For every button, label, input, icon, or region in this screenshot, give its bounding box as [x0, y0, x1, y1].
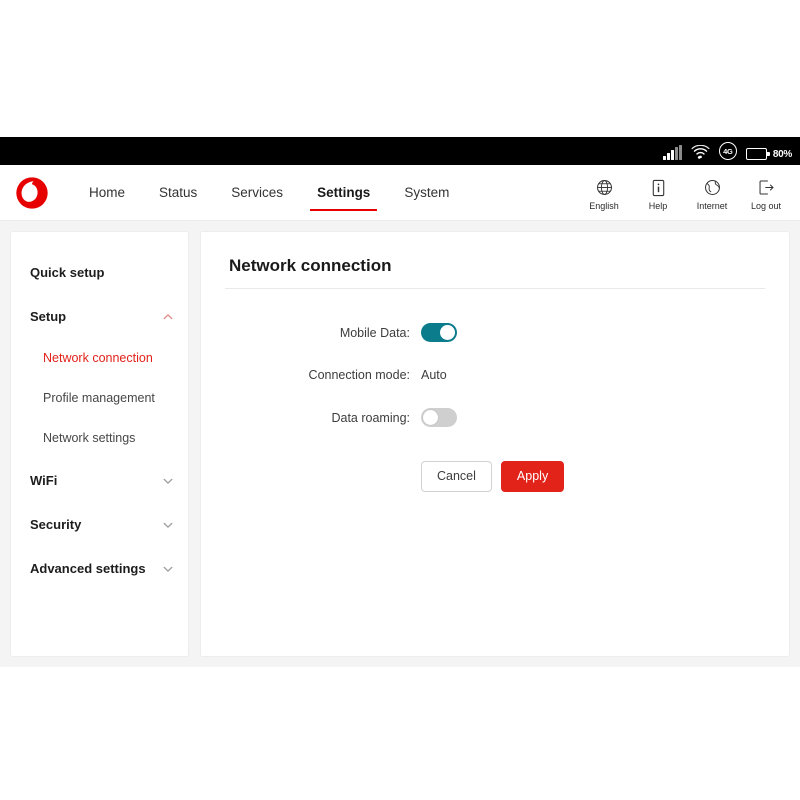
internet-label: Internet: [697, 201, 728, 211]
nav-tab-system[interactable]: System: [387, 165, 466, 220]
mobile-data-row: Mobile Data:: [225, 323, 765, 342]
sidebar-subitem-network-settings[interactable]: Network settings: [11, 418, 188, 458]
sidebar-group-setup: Setup Network connection Profile managem…: [11, 294, 188, 458]
data-roaming-row: Data roaming:: [225, 408, 765, 427]
help-label: Help: [649, 201, 668, 211]
globe-icon: [596, 178, 613, 198]
sidebar-item-wifi[interactable]: WiFi: [11, 458, 188, 502]
sidebar-item-advanced-settings[interactable]: Advanced settings: [11, 546, 188, 590]
page-title: Network connection: [229, 256, 765, 276]
network-type-badge: 4G: [719, 142, 737, 160]
help-document-icon: [651, 178, 666, 198]
sidebar-subitem-network-connection[interactable]: Network connection: [11, 338, 188, 378]
toggle-knob: [423, 410, 438, 425]
connection-mode-value[interactable]: Auto: [421, 368, 447, 382]
nav-tab-status[interactable]: Status: [142, 165, 214, 220]
language-label: English: [589, 201, 619, 211]
nav-tab-services[interactable]: Services: [214, 165, 300, 220]
nav-tab-settings[interactable]: Settings: [300, 165, 387, 220]
mobile-data-toggle[interactable]: [421, 323, 457, 342]
logout-label: Log out: [751, 201, 781, 211]
app-header: Home Status Services Settings System Eng…: [0, 165, 800, 221]
form-actions: Cancel Apply: [225, 461, 765, 492]
sidebar-item-label: Quick setup: [30, 265, 104, 280]
sidebar-item-label: Setup: [30, 309, 66, 324]
chevron-down-icon[interactable]: [162, 562, 174, 574]
sidebar-group-quick-setup: Quick setup: [11, 250, 188, 294]
wifi-icon: [691, 145, 710, 160]
header-actions: English Help: [584, 175, 786, 211]
apply-button[interactable]: Apply: [501, 461, 564, 492]
sidebar-item-label: Security: [30, 517, 81, 532]
data-roaming-label: Data roaming:: [225, 411, 421, 425]
logout-icon: [758, 178, 775, 198]
sidebar-group-security: Security: [11, 502, 188, 546]
sidebar-item-security[interactable]: Security: [11, 502, 188, 546]
chevron-down-icon[interactable]: [162, 474, 174, 486]
nav-tab-home[interactable]: Home: [72, 165, 142, 220]
internet-button[interactable]: Internet: [692, 178, 732, 211]
battery-percent-label: 80%: [773, 149, 792, 160]
help-button[interactable]: Help: [638, 178, 678, 211]
vodafone-logo[interactable]: [10, 171, 54, 215]
sidebar-item-setup[interactable]: Setup: [11, 294, 188, 338]
sidebar-item-quick-setup[interactable]: Quick setup: [11, 250, 188, 294]
page-body: Quick setup Setup Network connection Pro…: [0, 221, 800, 667]
language-button[interactable]: English: [584, 178, 624, 211]
battery-icon: [746, 148, 767, 160]
sidebar-subitem-profile-management[interactable]: Profile management: [11, 378, 188, 418]
sidebar-item-label: Advanced settings: [30, 561, 146, 576]
content-card: Network connection Mobile Data: Connecti…: [200, 231, 790, 657]
internet-globe-icon: [704, 178, 721, 198]
title-divider: [225, 288, 765, 289]
chevron-down-icon[interactable]: [162, 518, 174, 530]
device-status-bar: 4G 80%: [0, 137, 800, 165]
data-roaming-toggle[interactable]: [421, 408, 457, 427]
sidebar: Quick setup Setup Network connection Pro…: [10, 231, 189, 657]
battery-indicator: 80%: [746, 148, 792, 160]
logout-button[interactable]: Log out: [746, 178, 786, 211]
sidebar-group-wifi: WiFi: [11, 458, 188, 502]
signal-bars-icon: [663, 147, 682, 160]
sidebar-item-label: WiFi: [30, 473, 57, 488]
sidebar-group-advanced-settings: Advanced settings: [11, 546, 188, 590]
connection-mode-row: Connection mode: Auto: [225, 368, 765, 382]
cancel-button[interactable]: Cancel: [421, 461, 492, 492]
mobile-data-label: Mobile Data:: [225, 326, 421, 340]
toggle-knob: [440, 325, 455, 340]
chevron-up-icon[interactable]: [162, 310, 174, 322]
router-admin-app: 4G 80% Home Status Services Settings Sys…: [0, 137, 800, 667]
main-navigation: Home Status Services Settings System: [72, 165, 466, 220]
connection-mode-label: Connection mode:: [225, 368, 421, 382]
